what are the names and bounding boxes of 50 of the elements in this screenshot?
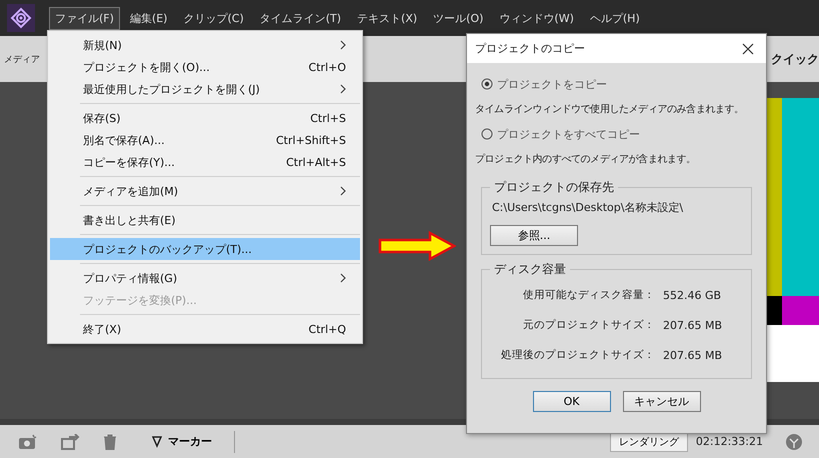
app-logo-icon[interactable] xyxy=(7,4,35,32)
size-label: 使用可能なディスク容量： xyxy=(522,288,655,302)
menu-option[interactable]: メディアを追加(M) xyxy=(50,180,360,202)
menu-item[interactable]: テキスト(X) xyxy=(351,6,424,30)
browse-button[interactable]: 参照... xyxy=(490,225,578,246)
panel-tab[interactable]: クイック xyxy=(771,50,819,68)
menu-option[interactable]: 最近使用したプロジェクトを開く(J) xyxy=(50,78,360,100)
circle-icon[interactable] xyxy=(785,432,803,450)
menu-item[interactable]: ツール(O) xyxy=(427,6,490,30)
timecode: 02:12:33:21 xyxy=(696,435,763,448)
size-value: 207.65 MB xyxy=(663,318,722,332)
menu-item[interactable]: クリップ(C) xyxy=(177,6,250,30)
size-label: 処理後のプロジェクトサイズ： xyxy=(500,348,655,362)
trash-icon[interactable] xyxy=(102,434,118,450)
menu-option[interactable]: プロパティ情報(G) xyxy=(50,267,360,289)
camera-icon[interactable] xyxy=(18,434,38,450)
dialog-button[interactable]: キャンセル xyxy=(622,391,700,412)
menu-option[interactable]: 終了(X) Ctrl+Q xyxy=(50,318,360,340)
radio-icon[interactable] xyxy=(481,78,493,90)
path-text: C:\Users\tcgns\Desktop\名称未設定\ xyxy=(492,200,684,215)
group-legend: プロジェクトの保存先 xyxy=(490,179,618,196)
menu-item[interactable]: タイムライン(T) xyxy=(254,6,348,30)
menu-item[interactable]: 編集(E) xyxy=(124,6,174,30)
radio-option[interactable]: プロジェクトをコピー xyxy=(481,73,760,95)
dialog-title: プロジェクトのコピー xyxy=(475,41,585,56)
option-description: プロジェクト内のすべてのメディアが含まれます。 xyxy=(475,152,697,167)
menu-option[interactable]: 新規(N) xyxy=(50,34,360,56)
size-value: 207.65 MB xyxy=(663,348,722,362)
option-description: タイムラインウィンドウで使用したメディアのみ含まれます。 xyxy=(475,102,745,117)
menu-option[interactable]: 別名で保存(A)... Ctrl+Shift+S xyxy=(50,129,360,151)
marker-icon xyxy=(152,436,162,448)
radio-icon[interactable] xyxy=(481,128,493,140)
arrow-icon xyxy=(378,231,456,261)
menu-option[interactable]: 保存(S) Ctrl+S xyxy=(50,107,360,129)
menu-item[interactable]: ヘルプ(H) xyxy=(584,6,646,30)
menu-option[interactable]: 書き出しと共有(E) xyxy=(50,209,360,231)
size-value: 552.46 GB xyxy=(663,288,722,302)
marker-button[interactable]: マーカー xyxy=(152,434,212,449)
export-icon[interactable] xyxy=(60,434,80,450)
close-icon[interactable] xyxy=(742,42,754,54)
dialog-button[interactable]: OK xyxy=(532,391,610,412)
size-label: 元のプロジェクトサイズ： xyxy=(522,318,655,332)
menu-option[interactable]: コピーを保存(Y)... Ctrl+Alt+S xyxy=(50,151,360,173)
panel-tab[interactable]: メディア xyxy=(4,52,40,66)
radio-option[interactable]: プロジェクトをすべてコピー xyxy=(481,123,760,145)
menu-option[interactable]: プロジェクトのバックアップ(T)... xyxy=(50,238,360,260)
menu-item[interactable]: ファイル(F) xyxy=(49,6,120,30)
menu-option[interactable]: プロジェクトを開く(O)... Ctrl+O xyxy=(50,56,360,78)
group-legend: ディスク容量 xyxy=(490,261,570,278)
menu-item[interactable]: ウィンドウ(W) xyxy=(493,6,580,30)
